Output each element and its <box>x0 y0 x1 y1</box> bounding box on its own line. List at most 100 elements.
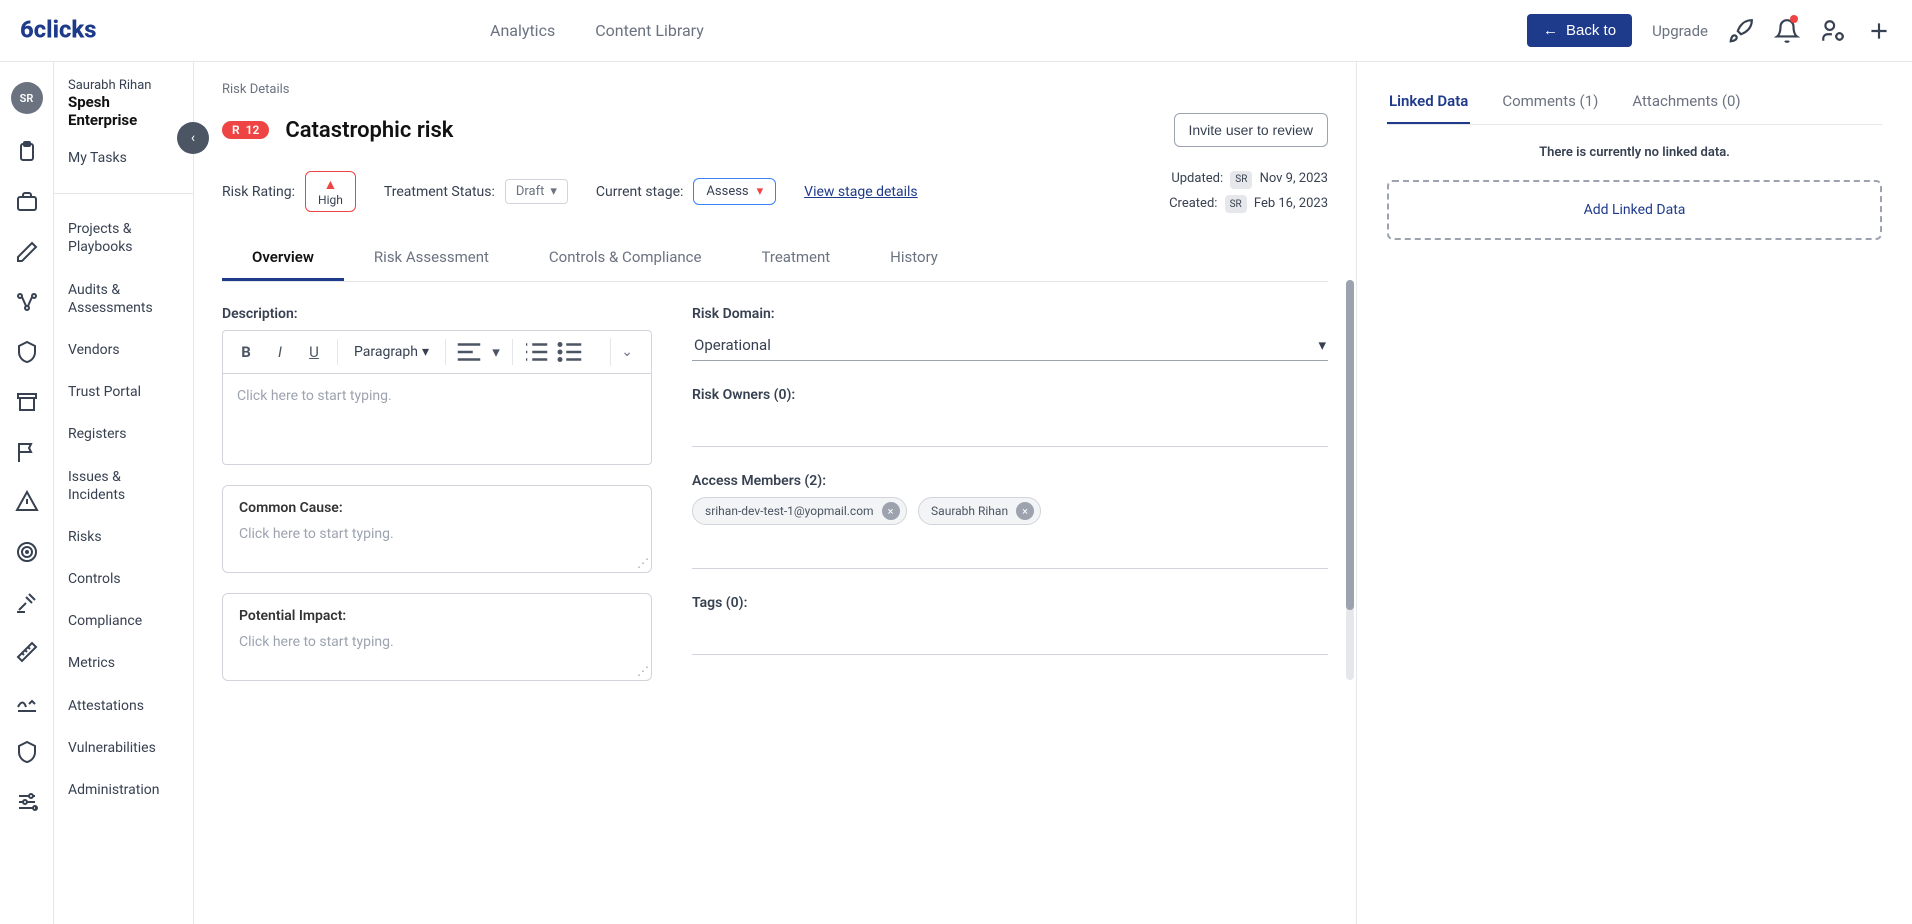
warning-icon[interactable] <box>15 490 39 514</box>
access-members-input[interactable] <box>692 533 1328 569</box>
description-textarea[interactable]: Click here to start typing. <box>223 374 651 464</box>
bullet-list-button[interactable] <box>555 337 585 367</box>
sidebar-item-risks[interactable]: Risks <box>54 516 193 558</box>
updated-by-avatar: SR <box>1230 171 1252 189</box>
sidebar-item-registers[interactable]: Registers <box>54 413 193 455</box>
sidebar-item-projects[interactable]: Projects & Playbooks <box>54 208 193 268</box>
stage-select[interactable]: Assess ▾ <box>693 178 776 205</box>
sidebar-item-my-tasks[interactable]: My Tasks <box>54 137 193 179</box>
signature-icon[interactable] <box>15 690 39 714</box>
notification-dot <box>1790 15 1798 23</box>
potential-impact-textarea[interactable]: Click here to start typing. <box>239 634 635 650</box>
user-settings-icon[interactable] <box>1820 18 1846 44</box>
flag-icon[interactable] <box>15 440 39 464</box>
view-stage-details-link[interactable]: View stage details <box>804 184 917 200</box>
common-cause-field: Common Cause: Click here to start typing… <box>222 485 652 573</box>
remove-chip-icon[interactable]: × <box>882 502 900 520</box>
plus-icon[interactable] <box>1866 18 1892 44</box>
underline-button[interactable]: U <box>299 337 329 367</box>
sidebar-item-controls[interactable]: Controls <box>54 558 193 600</box>
right-panel: Linked Data Comments (1) Attachments (0)… <box>1357 62 1912 924</box>
user-avatar[interactable]: SR <box>11 82 43 114</box>
sidebar-user-name: Saurabh Rihan <box>68 78 179 93</box>
align-button[interactable] <box>454 337 484 367</box>
created-by-avatar: SR <box>1225 195 1247 213</box>
tab-overview[interactable]: Overview <box>222 236 344 281</box>
remove-chip-icon[interactable]: × <box>1016 502 1034 520</box>
breadcrumb[interactable]: Risk Details <box>222 82 1328 97</box>
paragraph-select[interactable]: Paragraph ▾ <box>346 344 437 360</box>
tab-comments[interactable]: Comments (1) <box>1500 86 1600 124</box>
logo[interactable]: 6clicks <box>20 16 130 46</box>
risk-domain-select[interactable]: Operational ▾ <box>692 330 1328 361</box>
align-chevron-icon[interactable]: ▾ <box>488 337 504 367</box>
shield-check-icon[interactable] <box>15 740 39 764</box>
upgrade-link[interactable]: Upgrade <box>1652 22 1708 40</box>
nav-analytics[interactable]: Analytics <box>490 21 555 40</box>
sidebar-item-compliance[interactable]: Compliance <box>54 600 193 642</box>
briefcase-icon[interactable] <box>15 190 39 214</box>
sidebar-item-attestations[interactable]: Attestations <box>54 685 193 727</box>
header-nav: Analytics Content Library <box>490 21 704 40</box>
treatment-status-select[interactable]: Draft ▾ <box>505 179 568 204</box>
toolbar-expand-button[interactable]: ⌄ <box>610 338 643 366</box>
edit-icon[interactable] <box>15 240 39 264</box>
tab-risk-assessment[interactable]: Risk Assessment <box>344 236 519 281</box>
main-tabs: Overview Risk Assessment Controls & Comp… <box>222 236 1328 282</box>
clipboard-icon[interactable] <box>15 140 39 164</box>
app-header: 6clicks Analytics Content Library ← Back… <box>0 0 1912 62</box>
potential-impact-field: Potential Impact: Click here to start ty… <box>222 593 652 681</box>
nav-content-library[interactable]: Content Library <box>595 21 704 40</box>
sidebar-item-metrics[interactable]: Metrics <box>54 642 193 684</box>
tab-attachments[interactable]: Attachments (0) <box>1630 86 1742 124</box>
gavel-icon[interactable] <box>15 590 39 614</box>
right-panel-tabs: Linked Data Comments (1) Attachments (0) <box>1387 86 1882 125</box>
resize-handle-icon[interactable]: ⋰ <box>637 558 647 568</box>
treatment-status-label: Treatment Status: <box>384 184 495 200</box>
chevron-down-icon: ▾ <box>757 184 764 199</box>
title-row: R12 Catastrophic risk Invite user to rev… <box>222 113 1328 147</box>
sidebar-item-vendors[interactable]: Vendors <box>54 329 193 371</box>
tags-input[interactable] <box>692 619 1328 655</box>
italic-button[interactable]: I <box>265 337 295 367</box>
sidebar-org-name: Spesh Enterprise <box>68 93 179 129</box>
rating-label: Risk Rating: <box>222 184 295 200</box>
member-chip: Saurabh Rihan × <box>918 497 1041 525</box>
shield-icon[interactable] <box>15 340 39 364</box>
sidebar-item-issues[interactable]: Issues & Incidents <box>54 456 193 516</box>
bell-icon[interactable] <box>1774 18 1800 44</box>
linked-data-empty-msg: There is currently no linked data. <box>1387 145 1882 160</box>
resize-handle-icon[interactable]: ⋰ <box>637 666 647 676</box>
invite-user-button[interactable]: Invite user to review <box>1174 113 1329 147</box>
ordered-list-button[interactable] <box>521 337 551 367</box>
scrollbar[interactable] <box>1346 280 1354 680</box>
description-editor: B I U Paragraph ▾ ▾ <box>222 330 652 465</box>
sidebar-item-trust-portal[interactable]: Trust Portal <box>54 371 193 413</box>
common-cause-textarea[interactable]: Click here to start typing. <box>239 526 635 542</box>
chevron-down-icon: ▾ <box>1318 336 1326 354</box>
sidebar-item-audits[interactable]: Audits & Assessments <box>54 269 193 329</box>
sidebar-item-administration[interactable]: Administration <box>54 769 193 811</box>
sidebar-user-block: Saurabh Rihan Spesh Enterprise <box>54 78 193 137</box>
target-icon[interactable] <box>15 540 39 564</box>
chevron-down-icon: ▾ <box>422 344 429 360</box>
tab-controls-compliance[interactable]: Controls & Compliance <box>519 236 732 281</box>
access-members-label: Access Members (2): <box>692 473 1328 489</box>
tab-history[interactable]: History <box>860 236 968 281</box>
tab-treatment[interactable]: Treatment <box>732 236 861 281</box>
common-cause-label: Common Cause: <box>239 500 635 516</box>
archive-icon[interactable] <box>15 390 39 414</box>
rocket-icon[interactable] <box>1728 18 1754 44</box>
sidebar-item-vulnerabilities[interactable]: Vulnerabilities <box>54 727 193 769</box>
add-linked-data-button[interactable]: Add Linked Data <box>1387 180 1882 240</box>
risk-owners-input[interactable] <box>692 411 1328 447</box>
network-icon[interactable] <box>15 290 39 314</box>
chevron-down-icon: ⌄ <box>621 344 633 360</box>
risk-id-badge: R12 <box>222 121 269 139</box>
tab-linked-data[interactable]: Linked Data <box>1387 86 1470 124</box>
back-button[interactable]: ← Back to <box>1527 14 1632 47</box>
arrow-left-icon: ← <box>1543 22 1558 39</box>
ruler-icon[interactable] <box>15 640 39 664</box>
bold-button[interactable]: B <box>231 337 261 367</box>
sliders-icon[interactable] <box>15 790 39 814</box>
